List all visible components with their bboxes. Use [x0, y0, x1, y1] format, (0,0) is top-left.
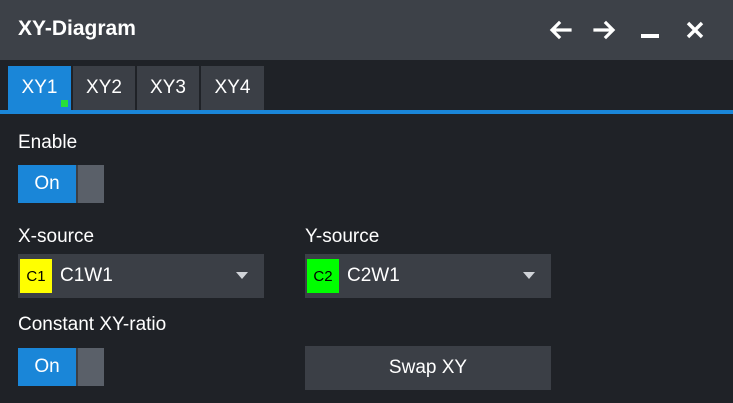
tab-label: XY4	[214, 77, 251, 98]
constant-xy-ratio-label: Constant XY-ratio	[18, 314, 167, 335]
x-source-select[interactable]: C1 C1W1	[18, 254, 264, 298]
tab-label: XY1	[21, 77, 58, 98]
active-indicator	[61, 100, 68, 107]
close-icon[interactable]	[680, 15, 710, 45]
tab-bar: XY1 XY2 XY3 XY4	[0, 60, 733, 112]
channel-chip: C2	[307, 259, 339, 293]
xy-diagram-dialog: XY-Diagram XY1 XY2 XY3 XY4 Enable On X-s…	[0, 0, 733, 403]
back-arrow-icon[interactable]	[545, 15, 575, 45]
minimize-icon[interactable]	[635, 15, 665, 45]
tab-label: XY3	[150, 77, 186, 98]
tab-xy2[interactable]: XY2	[73, 66, 135, 110]
channel-chip: C1	[20, 259, 52, 293]
y-source-select[interactable]: C2 C2W1	[305, 254, 551, 298]
chevron-down-icon	[236, 272, 248, 279]
tab-xy1[interactable]: XY1	[8, 66, 71, 110]
toggle-knob	[78, 165, 104, 203]
y-source-label: Y-source	[305, 226, 380, 247]
chevron-down-icon	[523, 272, 535, 279]
enable-label: Enable	[18, 132, 78, 153]
tab-xy4[interactable]: XY4	[201, 66, 264, 110]
constant-xy-ratio-toggle[interactable]: On	[18, 348, 104, 386]
x-source-label: X-source	[18, 226, 95, 247]
toggle-knob	[78, 348, 104, 386]
enable-toggle[interactable]: On	[18, 165, 104, 203]
x-source-value: C1W1	[60, 265, 113, 286]
y-source-value: C2W1	[347, 265, 400, 286]
toggle-on-label: On	[18, 165, 76, 203]
forward-arrow-icon[interactable]	[590, 15, 620, 45]
toggle-on-label: On	[18, 348, 76, 386]
tab-label: XY2	[86, 77, 122, 98]
tab-xy3[interactable]: XY3	[137, 66, 199, 110]
dialog-title: XY-Diagram	[18, 17, 136, 40]
tab-underline	[0, 110, 733, 114]
swap-xy-button[interactable]: Swap XY	[305, 346, 551, 390]
title-bar[interactable]: XY-Diagram	[0, 0, 733, 60]
